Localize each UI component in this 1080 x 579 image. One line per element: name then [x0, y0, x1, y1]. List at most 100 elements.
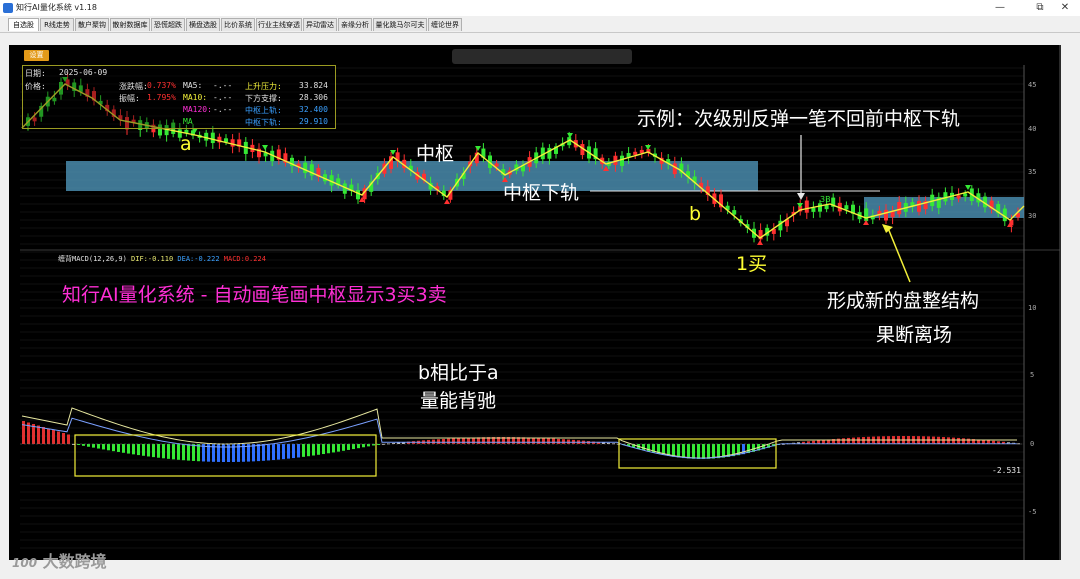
macd-bar [127, 444, 130, 454]
annotation-new-consolidation: 形成新的盘整结构 [827, 290, 980, 312]
macd-bar [352, 444, 355, 450]
macd-bar [197, 444, 200, 462]
macd-bar [672, 444, 675, 457]
annotation-divergence-1: b相比于a [418, 362, 499, 384]
macd-bar [697, 444, 700, 459]
macd-bar [437, 439, 440, 444]
macd-bar [837, 438, 840, 444]
macd-bar [152, 444, 155, 458]
macd-bar [37, 425, 40, 444]
amplitude-value: 1.795% [147, 93, 176, 102]
candle-body [633, 151, 638, 155]
top-marker [262, 145, 268, 150]
macd-bar [717, 444, 720, 459]
macd-bar [842, 438, 845, 444]
price-tick: 30 [1028, 212, 1037, 220]
change-label: 涨跌幅: [119, 82, 148, 91]
macd-bar [347, 444, 350, 450]
candle-body [303, 162, 308, 173]
watermark: 100 大数跨境 [12, 548, 107, 571]
macd-bar [167, 444, 170, 459]
annotation-exit: 果断离场 [876, 324, 953, 346]
macd-bar [102, 444, 105, 450]
annotation-a: a [180, 133, 192, 155]
macd-bar [452, 438, 455, 444]
macd-bar [367, 444, 370, 447]
candle-body [672, 163, 677, 175]
macd-bar [442, 438, 445, 444]
macd-bar [272, 444, 275, 461]
macd-indicator-name: 缠背MACD(12,26,9) [58, 255, 127, 263]
macd-bar [132, 444, 135, 455]
price-label: 价格: [25, 82, 46, 91]
info-panel: 日期: 2025-06-09 价格: 涨跌幅: 0.737% 振幅: 1.795… [22, 65, 336, 129]
macd-bar [67, 434, 70, 444]
macd-bar [687, 444, 690, 459]
macd-bar [847, 437, 850, 444]
macd-bar [532, 437, 535, 444]
macd-bar [52, 430, 55, 444]
macd-tick: 0 [1030, 440, 1035, 448]
macd-bar [852, 437, 855, 444]
macd-bar [177, 444, 180, 460]
macd-bar [862, 437, 865, 444]
ma5-value: -.-- [213, 81, 233, 90]
ma10-label: MA10: [183, 93, 208, 102]
annotation-divergence-2: 量能背驰 [420, 390, 497, 412]
annotation-buy1: 1买 [736, 253, 768, 275]
macd-bar [282, 444, 285, 460]
annotation-b: b [689, 203, 702, 225]
support-label: 下方支撑: [245, 94, 282, 103]
macd-bar [677, 444, 680, 458]
macd-bar [712, 444, 715, 459]
macd-bar [87, 444, 90, 447]
price-tick: 45 [1028, 81, 1037, 89]
candle-body [844, 205, 849, 210]
macd-bar [942, 437, 945, 444]
macd-bar [107, 444, 110, 451]
bottom-marker [757, 240, 763, 245]
macd-bar [187, 444, 190, 461]
macd-bar [562, 439, 565, 444]
macd-bar [297, 444, 300, 458]
center-box-1 [66, 161, 758, 191]
macd-bar [312, 444, 315, 456]
support-value: 28.306 [299, 93, 328, 102]
macd-bar [112, 444, 115, 452]
macd-bar [947, 437, 950, 444]
price-tick: 40 [1028, 125, 1037, 133]
candle-body [639, 149, 644, 154]
macd-bar [682, 444, 685, 459]
macd-bar [642, 444, 645, 451]
date-value: 2025-06-09 [59, 68, 108, 77]
macd-bar [462, 437, 465, 444]
watermark-logo: 100 [12, 556, 38, 570]
macd-bar [557, 438, 560, 444]
macd-bar [962, 438, 965, 444]
macd-bar [262, 444, 265, 461]
macd-bar [62, 433, 65, 444]
macd-bar [97, 444, 100, 449]
macd-value: MACD:0.224 [223, 255, 266, 263]
macd-bar [42, 427, 45, 444]
macd-dif: DIF:-0.110 [131, 255, 174, 263]
candle-body [811, 207, 816, 212]
center-lower-label: 中枢下轨: [245, 118, 282, 127]
macd-bar [277, 444, 280, 460]
center-lower-value: 29.910 [299, 117, 328, 126]
macd-bar [192, 444, 195, 461]
candle-body [210, 132, 215, 144]
macd-bar [457, 438, 460, 444]
macd-dea: DEA:-0.222 [177, 255, 220, 263]
macd-bar [702, 444, 705, 459]
macd-bar [542, 438, 545, 444]
macd-bar [337, 444, 340, 452]
macd-bar [362, 444, 365, 448]
center-upper-value: 32.400 [299, 105, 328, 114]
candle-body [818, 203, 822, 212]
macd-bar [707, 444, 710, 459]
macd-bar [322, 444, 325, 455]
macd-bar [447, 438, 450, 444]
macd-bar [157, 444, 160, 458]
macd-histogram [22, 421, 1020, 462]
